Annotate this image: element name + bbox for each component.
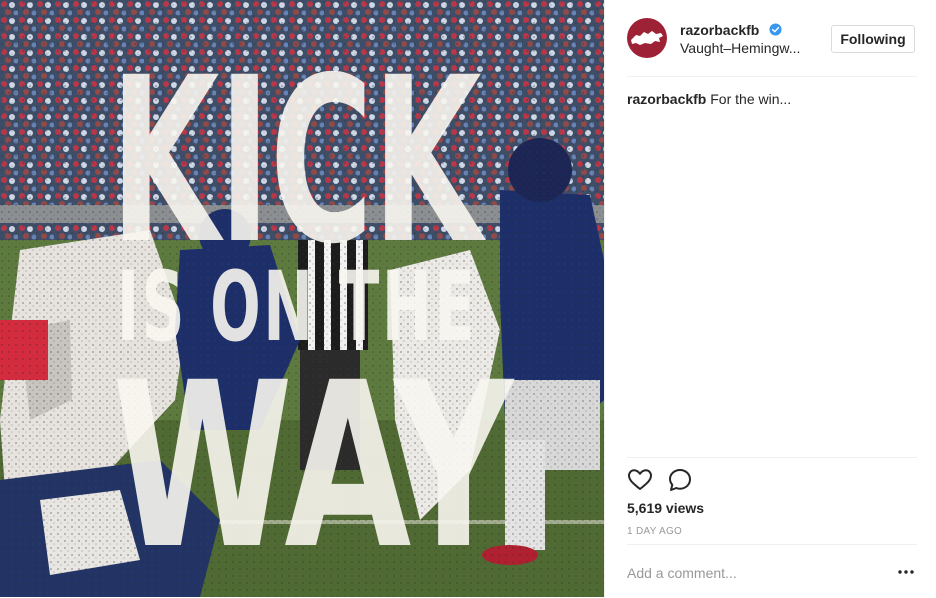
ellipsis-icon (898, 570, 914, 574)
verified-badge-icon (769, 23, 782, 36)
caption-text: For the win... (710, 91, 792, 107)
post-header: razorbackfb Vaught–Hemingw... Following (627, 18, 917, 77)
football-scene-image (0, 0, 604, 597)
post-caption: razorbackfb For the win... (627, 91, 791, 107)
view-count[interactable]: 5,619 views (627, 500, 704, 516)
more-options-button[interactable] (895, 561, 917, 583)
post-details-panel: razorbackfb Vaught–Hemingw... Following … (604, 0, 936, 597)
username-link[interactable]: razorbackfb (680, 22, 759, 38)
caption-username-link[interactable]: razorbackfb (627, 91, 706, 107)
speech-bubble-icon[interactable] (667, 467, 693, 493)
avatar[interactable] (627, 18, 667, 58)
following-button[interactable]: Following (831, 25, 915, 53)
location-link[interactable]: Vaught–Hemingw... (680, 40, 815, 56)
post-timestamp[interactable]: 1 DAY AGO (627, 526, 682, 537)
comment-bar (627, 544, 917, 598)
post-actions (627, 457, 917, 491)
comment-input[interactable] (627, 557, 877, 589)
razorback-logo-icon (631, 31, 663, 45)
post-photo[interactable]: KICK IS ON THE WAY (0, 0, 604, 597)
heart-outline-icon[interactable] (627, 467, 653, 493)
